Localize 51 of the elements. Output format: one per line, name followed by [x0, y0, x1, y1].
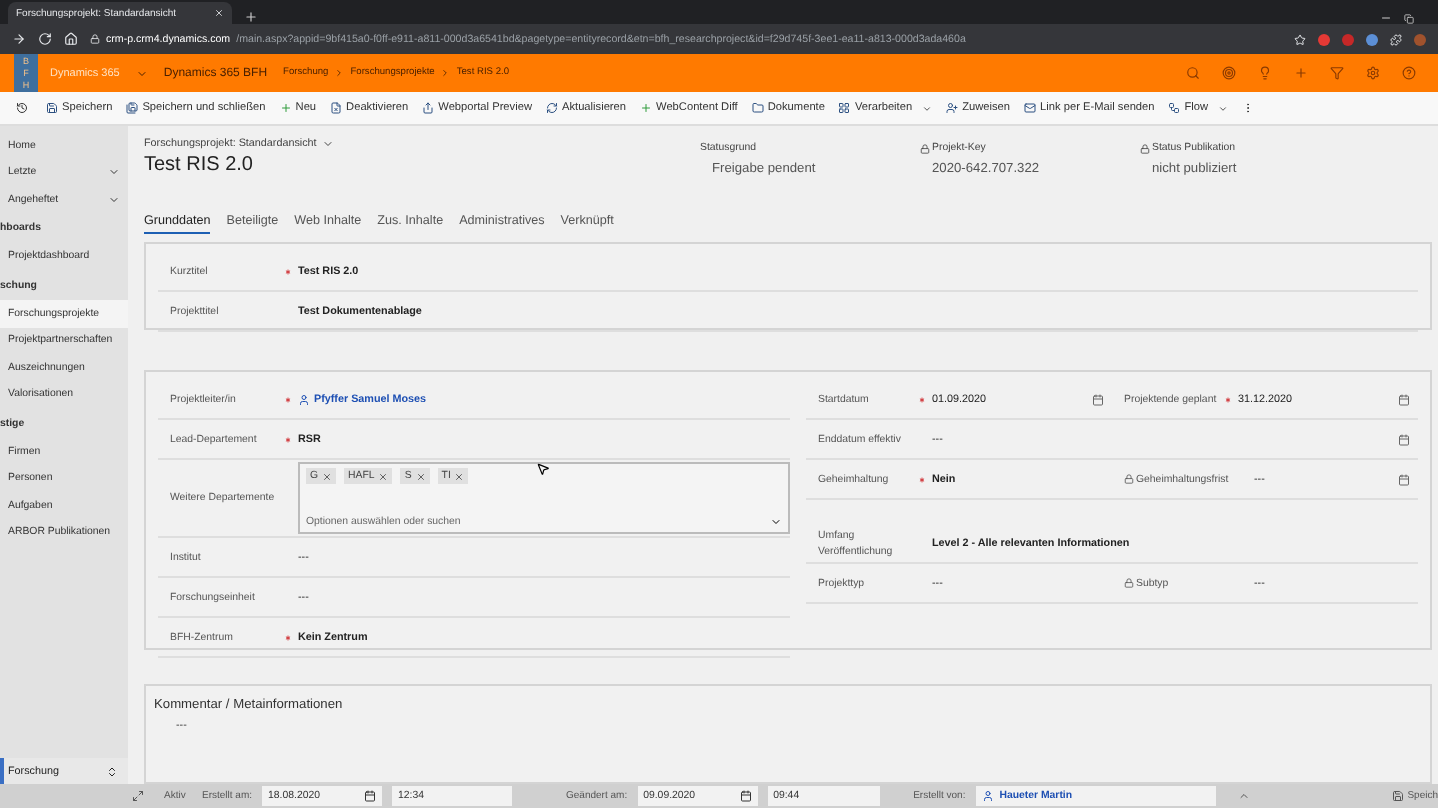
reload-icon[interactable] [38, 32, 52, 46]
plus-icon [279, 102, 292, 114]
filter-icon[interactable] [1330, 66, 1344, 80]
star-icon[interactable] [1294, 33, 1306, 45]
save-icon [1391, 790, 1404, 802]
chevron-right-icon [440, 68, 451, 78]
share-icon [422, 102, 435, 114]
lock-icon [1124, 578, 1134, 588]
record-title: Test RIS 2.0 [144, 154, 255, 176]
lock-icon [1124, 474, 1134, 484]
history-icon[interactable] [16, 102, 28, 114]
minimize-icon[interactable] [1380, 12, 1392, 24]
save-all-icon [126, 102, 139, 114]
folder-icon [751, 102, 764, 114]
plus-icon [640, 102, 653, 114]
chevron-down-icon [770, 516, 782, 528]
cursor-icon [536, 462, 550, 476]
calendar-icon [739, 790, 752, 802]
lock-icon [920, 143, 930, 153]
chevron-right-icon [334, 68, 345, 78]
forward-icon[interactable] [12, 32, 26, 46]
home-icon[interactable] [64, 32, 78, 46]
person-icon [298, 393, 310, 405]
lock-icon [1140, 143, 1150, 153]
chevron-down-icon [108, 166, 120, 179]
save-icon [46, 102, 58, 114]
search-icon[interactable] [1186, 66, 1200, 80]
mail-icon [1024, 102, 1037, 114]
chevron-down-icon [1218, 103, 1229, 113]
calendar-icon[interactable] [1398, 433, 1410, 445]
calendar-icon[interactable] [1398, 393, 1410, 405]
help-icon[interactable] [1402, 66, 1416, 80]
new-tab-icon[interactable] [244, 10, 258, 24]
calendar-icon [364, 790, 377, 802]
calendar-icon[interactable] [1092, 393, 1104, 405]
flow-icon [1168, 102, 1181, 114]
target-icon[interactable] [1222, 66, 1236, 80]
settings-icon[interactable] [1366, 66, 1380, 80]
user-plus-icon [946, 102, 959, 114]
grid-icon [838, 102, 851, 114]
document-x-icon [330, 102, 343, 114]
person-icon [981, 790, 994, 802]
restore-icon[interactable] [1404, 14, 1414, 24]
chevron-down-icon [108, 193, 120, 206]
refresh-icon [545, 102, 558, 114]
chevron-down-icon [322, 138, 335, 150]
lightbulb-icon[interactable] [1258, 66, 1272, 80]
chevron-down-icon [922, 103, 933, 113]
lock-icon [90, 34, 100, 44]
calendar-icon[interactable] [1398, 473, 1410, 485]
puzzle-icon[interactable] [1390, 33, 1402, 45]
